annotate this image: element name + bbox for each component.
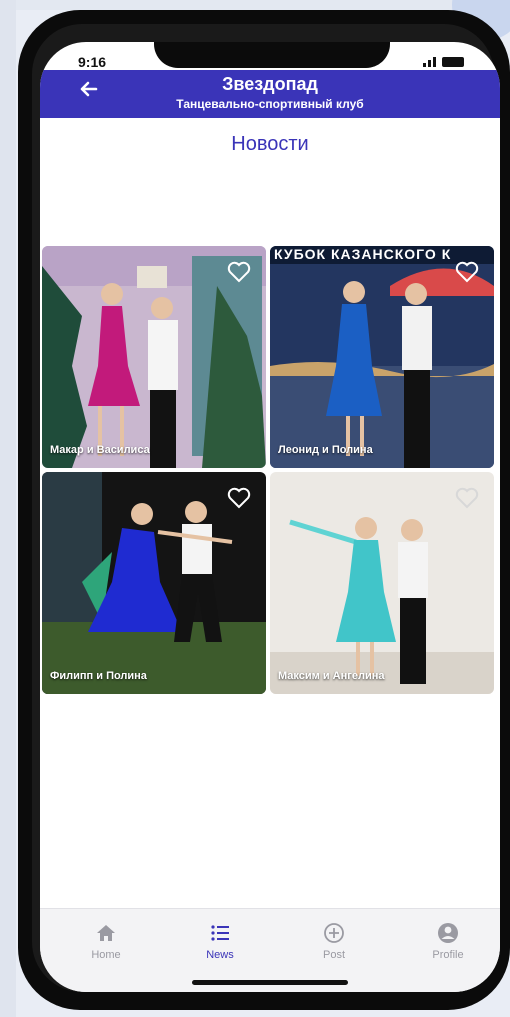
news-card[interactable]: КУБОК КАЗАНСКОГО К Леонид и Полина	[270, 246, 494, 468]
background-left	[0, 0, 16, 1017]
background-top	[0, 0, 510, 10]
heart-icon[interactable]	[454, 486, 480, 510]
news-card[interactable]: Макар и Василиса	[42, 246, 266, 468]
news-photo-banner: КУБОК КАЗАНСКОГО К	[274, 246, 452, 262]
news-card-caption: Филипп и Полина	[50, 670, 147, 682]
app-screen: 9:16 Звездопад Танцевально-спортивный кл…	[40, 42, 500, 992]
plus-circle-icon	[324, 923, 344, 943]
app-header: Звездопад Танцевально-спортивный клуб	[40, 70, 500, 118]
header-subtitle: Танцевально-спортивный клуб	[176, 97, 364, 111]
page-title: Новости	[231, 133, 309, 155]
header-title: Звездопад	[222, 74, 318, 94]
tab-news[interactable]: News	[180, 921, 260, 961]
tab-profile[interactable]: Profile	[408, 921, 488, 961]
tab-post[interactable]: Post	[294, 921, 374, 961]
news-card-caption: Максим и Ангелина	[278, 670, 385, 682]
news-card-caption: Макар и Василиса	[50, 444, 150, 456]
home-icon	[97, 925, 115, 941]
tab-home[interactable]: Home	[66, 921, 146, 961]
news-card-caption: Леонид и Полина	[278, 444, 373, 456]
tab-label: News	[206, 949, 234, 961]
home-indicator	[192, 980, 348, 985]
status-icons	[423, 56, 464, 67]
heart-icon[interactable]	[226, 260, 252, 284]
heart-icon[interactable]	[454, 260, 480, 284]
phone-frame: 9:16 Звездопад Танцевально-спортивный кл…	[18, 10, 510, 1010]
user-circle-icon	[438, 923, 458, 943]
tab-label: Profile	[432, 949, 464, 961]
news-grid: Макар и Василиса КУБОК КАЗАНСКОГО К Леон…	[42, 246, 498, 696]
news-card[interactable]: Максим и Ангелина	[270, 472, 494, 694]
battery-icon	[442, 57, 464, 67]
notch	[154, 42, 390, 68]
signal-icon	[423, 56, 436, 67]
status-time: 9:16	[78, 54, 107, 70]
heart-icon[interactable]	[226, 486, 252, 510]
tab-label: Post	[322, 949, 345, 961]
tab-label: Home	[91, 949, 121, 961]
list-icon	[211, 925, 229, 941]
news-card[interactable]: Филипп и Полина	[42, 472, 266, 694]
